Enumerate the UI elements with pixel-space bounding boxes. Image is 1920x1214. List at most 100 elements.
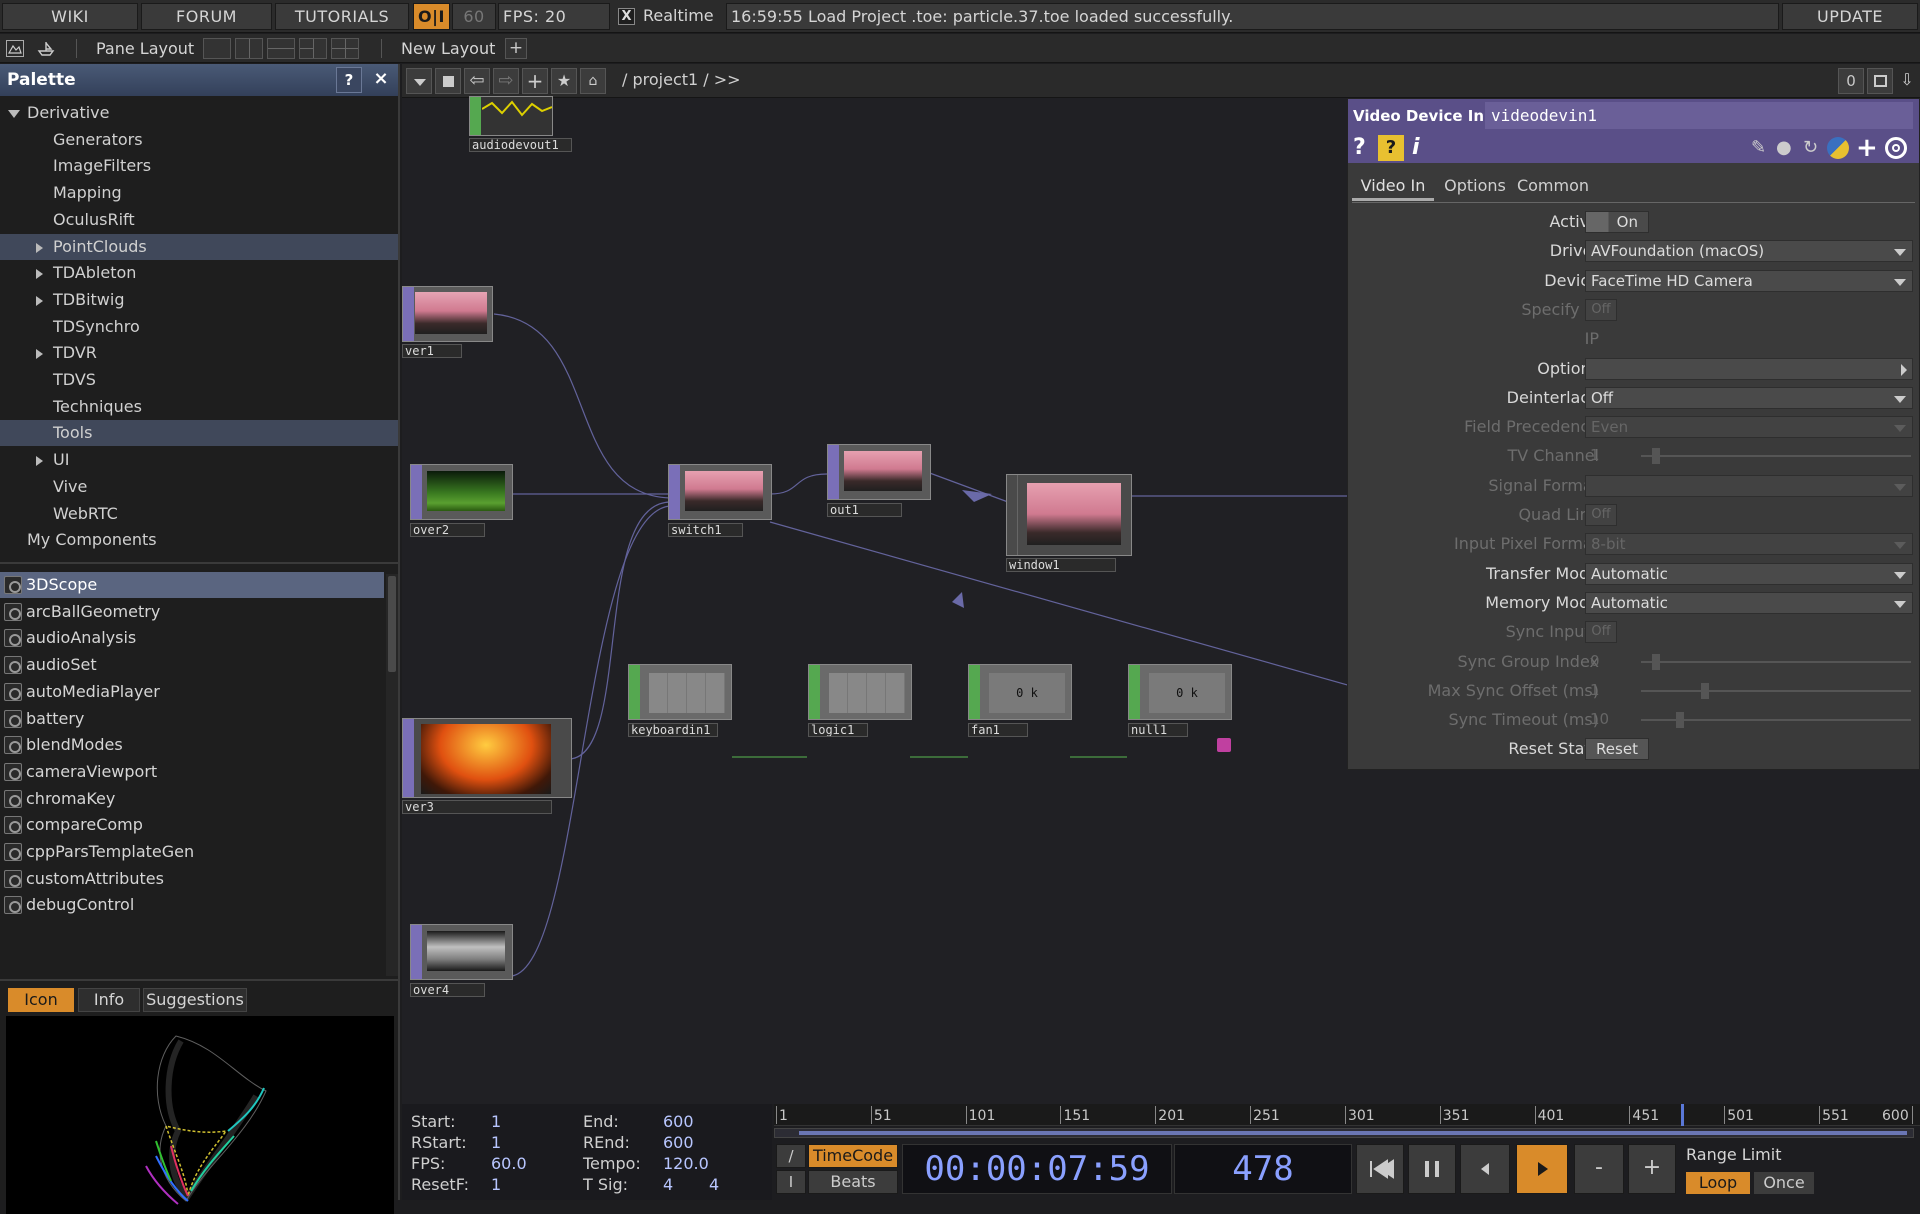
rend-field[interactable]: 600 [663, 1133, 694, 1152]
end-field[interactable]: 600 [663, 1112, 694, 1131]
fps-field[interactable]: 60.0 [491, 1154, 527, 1173]
tab-video-in[interactable]: Video In [1352, 171, 1434, 201]
info-icon[interactable]: i [1412, 135, 1420, 160]
chevron-down-icon[interactable] [8, 110, 20, 118]
tree-item-derivative[interactable]: Derivative [0, 100, 398, 126]
op-name-field[interactable]: videodevin1 [1485, 102, 1913, 129]
tab-info[interactable]: Info [78, 988, 140, 1012]
node-window1[interactable]: window1 [1006, 474, 1132, 572]
param-toggle[interactable]: On [1585, 211, 1649, 233]
tab-icon[interactable]: Icon [8, 988, 74, 1012]
component-item-3dscope[interactable]: 3DScope [0, 572, 384, 598]
component-item-blendmodes[interactable]: blendModes [0, 732, 384, 758]
chevron-right-icon[interactable] [36, 456, 43, 467]
node-logic1[interactable]: logic1 [808, 664, 914, 737]
tutorials-button[interactable]: TUTORIALS [275, 3, 409, 30]
param-dropdown[interactable]: Automatic [1585, 591, 1913, 614]
slider-track[interactable] [1641, 660, 1911, 663]
slider-track[interactable] [1641, 689, 1911, 692]
layout-three-button[interactable] [299, 38, 327, 59]
edit-icon[interactable]: ✎ [1751, 137, 1766, 158]
component-item-debugcontrol[interactable]: debugControl [0, 892, 384, 918]
palette-help-button[interactable]: ? [336, 67, 362, 93]
beats-bar-button[interactable]: I [776, 1170, 806, 1194]
tree-item-tdvr[interactable]: TDVR [0, 340, 398, 366]
chevron-right-icon[interactable] [36, 349, 43, 360]
slider-handle[interactable] [1652, 448, 1660, 465]
fps-cap-field[interactable]: 60 [452, 3, 496, 30]
layout-split-horizontal-button[interactable] [267, 38, 295, 59]
tree-item-tdsynchro[interactable]: TDSynchro [0, 314, 398, 340]
timecode-slash-button[interactable]: / [776, 1144, 806, 1168]
forum-button[interactable]: FORUM [141, 3, 272, 30]
chevron-right-icon[interactable] [36, 269, 43, 280]
param-menu-button[interactable] [1585, 357, 1913, 380]
range-bar[interactable] [774, 1128, 1914, 1138]
layout-single-button[interactable] [203, 38, 231, 59]
reset-icon[interactable]: ↻ [1803, 137, 1818, 158]
comment-icon[interactable]: ● [1776, 137, 1792, 158]
component-list-scrollbar[interactable] [386, 574, 398, 976]
rstart-field[interactable]: 1 [491, 1133, 501, 1152]
step-forward-button[interactable]: + [1628, 1144, 1676, 1194]
new-layout-button[interactable]: + [505, 38, 527, 59]
tree-item-imagefilters[interactable]: ImageFilters [0, 153, 398, 179]
beats-button[interactable]: Beats [808, 1170, 898, 1194]
tree-item-tdableton[interactable]: TDAbleton [0, 260, 398, 286]
node-null1[interactable]: 0 k null1 [1128, 664, 1234, 752]
slider-handle[interactable] [1652, 653, 1660, 670]
tree-item-mapping[interactable]: Mapping [0, 180, 398, 206]
tsig-numerator-field[interactable]: 4 [663, 1175, 673, 1194]
tree-item-ui[interactable]: UI [0, 447, 398, 473]
pause-button[interactable] [1408, 1144, 1456, 1194]
add-icon[interactable]: + [1856, 133, 1878, 163]
viewer-flag-icon[interactable] [1217, 738, 1231, 752]
wiki-button[interactable]: WIKI [2, 3, 138, 30]
node-over2[interactable]: over2 [410, 464, 513, 537]
layout-split-vertical-button[interactable] [235, 38, 263, 59]
tree-item-oculusrift[interactable]: OculusRift [0, 207, 398, 233]
tree-item-webrtc[interactable]: WebRTC [0, 501, 398, 527]
node-over1[interactable]: ver1 [402, 286, 495, 358]
play-reverse-button[interactable] [1460, 1144, 1510, 1194]
tree-item-tools[interactable]: Tools [0, 420, 398, 447]
tree-item-techniques[interactable]: Techniques [0, 394, 398, 420]
once-button[interactable]: Once [1754, 1172, 1814, 1194]
layout-quad-button[interactable] [331, 38, 359, 59]
update-button[interactable]: UPDATE [1782, 3, 1918, 30]
timeline-ruler[interactable]: 1 51 101 151 201 251 301 351 401 451 501 551 600 [774, 1104, 1920, 1126]
timecode-button[interactable]: TimeCode [808, 1144, 898, 1168]
start-field[interactable]: 1 [491, 1112, 501, 1131]
chevron-right-icon[interactable] [36, 242, 43, 253]
tab-suggestions[interactable]: Suggestions [143, 988, 247, 1012]
tab-common[interactable]: Common [1514, 171, 1592, 201]
reset-stats-button[interactable]: Reset [1585, 738, 1649, 761]
play-forward-button[interactable] [1516, 1144, 1568, 1194]
slider-handle[interactable] [1701, 682, 1709, 699]
playhead[interactable] [1680, 1104, 1684, 1126]
node-over4[interactable]: over4 [410, 924, 513, 997]
component-item-customattributes[interactable]: customAttributes [0, 866, 384, 892]
help-icon[interactable]: ? [1353, 135, 1366, 160]
node-over3[interactable]: ver3 [402, 718, 574, 814]
python-help-icon[interactable]: ? [1378, 135, 1404, 161]
param-dropdown[interactable]: AVFoundation (macOS) [1585, 240, 1913, 263]
node-audiodevout1[interactable]: audiodevout1 [469, 96, 572, 166]
slider-handle[interactable] [1676, 712, 1684, 729]
panel-icon[interactable] [6, 40, 24, 57]
frame-display[interactable]: 478 [1174, 1144, 1352, 1194]
param-dropdown[interactable]: FaceTime HD Camera [1585, 269, 1913, 292]
component-item-arcballgeometry[interactable]: arcBallGeometry [0, 599, 384, 625]
node-fan1[interactable]: 0 k fan1 [968, 664, 1074, 737]
chevron-right-icon[interactable] [36, 295, 43, 306]
param-dropdown[interactable]: Off [1585, 386, 1913, 409]
component-item-battery[interactable]: battery [0, 706, 384, 732]
target-icon[interactable] [1885, 137, 1907, 159]
node-switch1[interactable]: switch1 [668, 464, 774, 537]
tempo-field[interactable]: 120.0 [663, 1154, 709, 1173]
rewind-button[interactable] [1356, 1144, 1404, 1194]
time-display[interactable]: 00:00:07:59 [902, 1144, 1172, 1194]
python-icon[interactable] [1827, 137, 1849, 159]
tree-item-my-components[interactable]: My Components [0, 527, 398, 553]
slider-track[interactable] [1641, 455, 1911, 458]
